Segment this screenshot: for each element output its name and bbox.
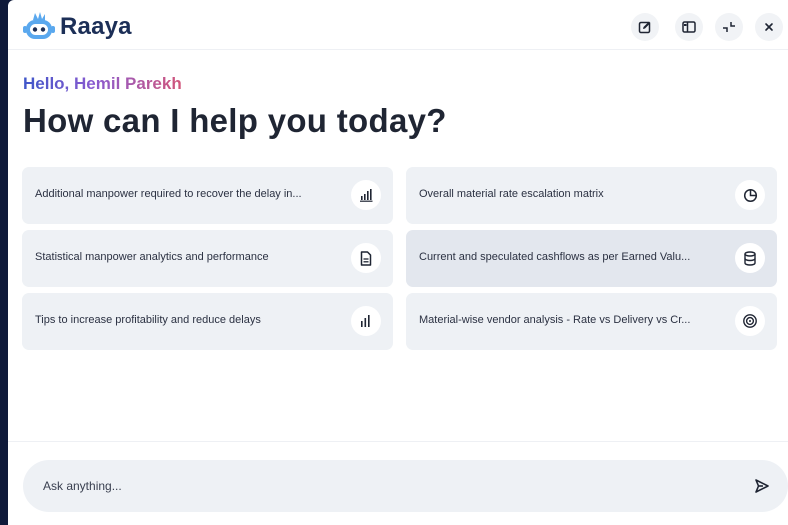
new-chat-button[interactable]: [631, 13, 659, 41]
suggestion-card[interactable]: Overall material rate escalation matrix: [406, 167, 777, 224]
suggestion-card[interactable]: Tips to increase profitability and reduc…: [22, 293, 393, 350]
header-bar: Raaya: [8, 0, 788, 50]
document-icon: [351, 243, 381, 273]
greeting-text: Hello, Hemil Parekh: [23, 74, 182, 93]
database-icon: [735, 243, 765, 273]
edit-icon: [638, 21, 651, 34]
page-title: How can I help you today?: [23, 102, 447, 139]
suggestion-card[interactable]: Current and speculated cashflows as per …: [406, 230, 777, 287]
brand-name: Raaya: [60, 13, 132, 40]
collapse-button[interactable]: [715, 13, 743, 41]
close-button[interactable]: [755, 13, 783, 41]
panel-layout-icon: [682, 21, 696, 33]
suggestion-card[interactable]: Material-wise vendor analysis - Rate vs …: [406, 293, 777, 350]
layout-button[interactable]: [675, 13, 703, 41]
bar-chart-icon: [351, 306, 381, 336]
bar-chart-icon: [351, 180, 381, 210]
suggestion-label: Material-wise vendor analysis - Rate vs …: [419, 314, 691, 326]
suggestion-card[interactable]: Statistical manpower analytics and perfo…: [22, 230, 393, 287]
assistant-window: Raaya Hello, Hemil Parekh How can I help…: [8, 0, 788, 525]
suggestion-label: Additional manpower required to recover …: [35, 188, 302, 200]
suggestion-label: Tips to increase profitability and reduc…: [35, 314, 261, 326]
suggestion-label: Statistical manpower analytics and perfo…: [35, 251, 269, 263]
collapse-icon: [723, 22, 735, 32]
send-icon: [755, 479, 769, 493]
pie-chart-icon: [735, 180, 765, 210]
robot-mascot-icon: [23, 12, 55, 39]
ask-input[interactable]: [43, 460, 723, 512]
suggestion-card[interactable]: Additional manpower required to recover …: [22, 167, 393, 224]
target-icon: [735, 306, 765, 336]
suggestion-label: Current and speculated cashflows as per …: [419, 251, 691, 263]
suggestion-label: Overall material rate escalation matrix: [419, 188, 604, 200]
send-button[interactable]: [750, 474, 774, 498]
chat-composer: [23, 460, 788, 512]
close-icon: [765, 23, 773, 31]
divider: [8, 441, 788, 442]
